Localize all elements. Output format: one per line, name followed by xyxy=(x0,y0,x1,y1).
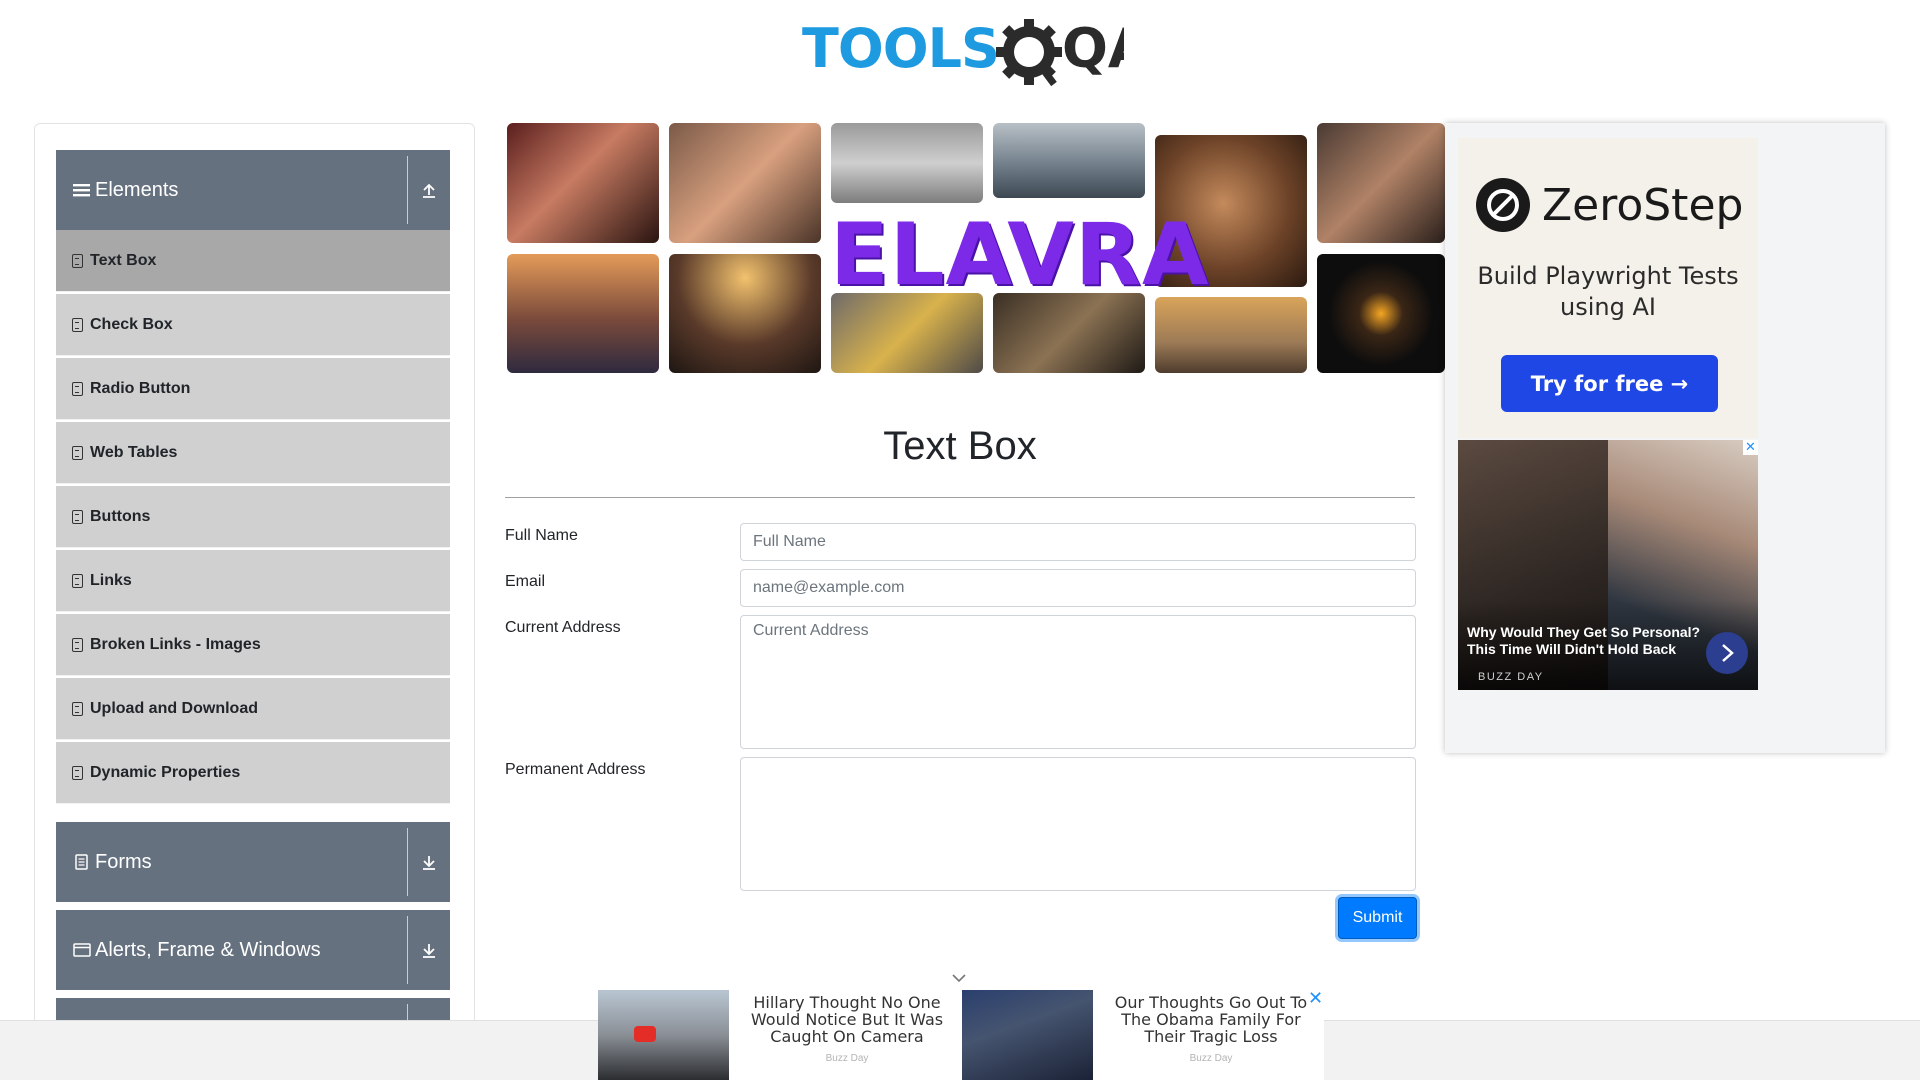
left-sidebar: Elements Text Box Check Box Radio Button… xyxy=(34,123,475,1080)
html5-icon xyxy=(72,381,83,396)
current-address-label: Current Address xyxy=(505,619,621,636)
hamburger-icon xyxy=(73,182,91,198)
sidebar-item-label: Upload and Download xyxy=(90,699,258,717)
banner-image xyxy=(1317,254,1445,373)
sidebar-item-label: Text Box xyxy=(90,251,157,269)
bottom-ad-1[interactable]: Hillary Thought No One Would Notice But … xyxy=(598,990,964,1080)
banner-image xyxy=(993,123,1145,198)
sidebar-item-web-tables[interactable]: Web Tables xyxy=(56,422,450,484)
bottom-ad-source: Buzz Day xyxy=(1189,1053,1233,1064)
bottom-ad-source: Buzz Day xyxy=(825,1053,869,1064)
banner-image xyxy=(831,293,983,373)
zerostep-ad[interactable]: ZeroStep Build Playwright Tests using AI… xyxy=(1458,138,1758,438)
sidebar-item-upload-download[interactable]: Upload and Download xyxy=(56,678,450,740)
current-address-textarea[interactable] xyxy=(740,615,1416,749)
sidebar-item-label: Check Box xyxy=(90,315,173,333)
email-label: Email xyxy=(505,573,546,590)
html5-icon xyxy=(72,253,83,268)
play-icon xyxy=(634,1026,656,1042)
group-header-alerts[interactable]: Alerts, Frame & Windows xyxy=(56,910,450,990)
html5-icon xyxy=(72,317,83,332)
sidebar-item-check-box[interactable]: Check Box xyxy=(56,294,450,356)
bottom-ad-2[interactable]: Our Thoughts Go Out To The Obama Family … xyxy=(962,990,1324,1080)
expand-arrow-icon[interactable] xyxy=(407,828,450,896)
bottom-ad-title: Hillary Thought No One Would Notice But … xyxy=(750,993,944,1046)
group-header-elements[interactable]: Elements xyxy=(56,150,450,230)
banner-image xyxy=(1155,297,1307,373)
bottom-ad-title: Our Thoughts Go Out To The Obama Family … xyxy=(1114,993,1308,1046)
html5-icon xyxy=(72,701,83,716)
page-title: Text Box xyxy=(883,424,1037,468)
zerostep-logo-icon xyxy=(1476,178,1530,232)
news-ad-card[interactable]: Why Would They Get So Personal? This Tim… xyxy=(1458,440,1758,690)
sidebar-item-label: Web Tables xyxy=(90,443,178,461)
try-for-free-button[interactable]: Try for free → xyxy=(1501,355,1718,412)
html5-icon xyxy=(72,573,83,588)
full-name-input[interactable] xyxy=(740,523,1416,561)
sidebar-item-radio-button[interactable]: Radio Button xyxy=(56,358,450,420)
collapse-arrow-icon[interactable] xyxy=(407,156,450,224)
close-icon[interactable]: ✕ xyxy=(1308,988,1323,1009)
sidebar-item-broken-links[interactable]: Broken Links - Images xyxy=(56,614,450,676)
chevron-down-icon[interactable] xyxy=(951,970,967,986)
document-icon xyxy=(73,854,91,870)
html5-icon xyxy=(72,765,83,780)
close-icon[interactable]: ✕ xyxy=(1743,440,1758,455)
news-headline: Why Would They Get So Personal? This Tim… xyxy=(1467,624,1701,657)
banner-image xyxy=(669,123,821,243)
banner-image xyxy=(993,293,1145,373)
sidebar-item-label: Radio Button xyxy=(90,379,191,397)
html5-icon xyxy=(72,637,83,652)
sidebar-item-dynamic-properties[interactable]: Dynamic Properties xyxy=(56,742,450,804)
banner-image xyxy=(507,123,659,243)
banner-image xyxy=(831,123,983,203)
group-label: Elements xyxy=(95,178,179,201)
banner-image xyxy=(507,254,659,373)
title-divider xyxy=(505,497,1415,498)
zerostep-logo: ZeroStep xyxy=(1476,178,1743,232)
sidebar-item-label: Links xyxy=(90,571,132,589)
gear-icon xyxy=(996,19,1062,87)
sidebar-item-label: Buttons xyxy=(90,507,151,525)
sidebar-item-links[interactable]: Links xyxy=(56,550,450,612)
submit-button[interactable]: Submit xyxy=(1338,897,1417,939)
group-header-forms[interactable]: Forms xyxy=(56,822,450,902)
email-input[interactable] xyxy=(740,569,1416,607)
group-label: Forms xyxy=(95,850,152,873)
toolsqa-logo-graphic: TOOLS QA xyxy=(802,17,1150,87)
window-icon xyxy=(73,942,91,958)
side-ad[interactable]: ZeroStep Build Playwright Tests using AI… xyxy=(1445,123,1885,753)
permanent-address-textarea[interactable] xyxy=(740,757,1416,891)
expand-arrow-icon[interactable] xyxy=(407,916,450,984)
banner-ad[interactable]: ELAVRA xyxy=(505,123,1445,373)
sidebar-item-label: Broken Links - Images xyxy=(90,635,261,653)
bottom-ad-image xyxy=(598,990,729,1080)
banner-image xyxy=(669,254,821,373)
zerostep-tagline: Build Playwright Tests using AI xyxy=(1477,262,1739,321)
banner-image xyxy=(1317,123,1445,243)
group-label: Alerts, Frame & Windows xyxy=(95,938,321,961)
full-name-label: Full Name xyxy=(505,527,578,544)
permanent-address-label: Permanent Address xyxy=(505,761,646,778)
logo-text-left: TOOLS xyxy=(802,17,999,80)
toolsqa-logo[interactable]: TOOLS QA xyxy=(800,14,1150,90)
bottom-ad-image xyxy=(962,990,1093,1080)
news-source: BUZZ DAY xyxy=(1478,671,1544,683)
sidebar-item-buttons[interactable]: Buttons xyxy=(56,486,450,548)
sidebar-item-label: Dynamic Properties xyxy=(90,763,241,781)
html5-icon xyxy=(72,445,83,460)
banner-brand: ELAVRA xyxy=(830,205,1210,305)
sidebar-item-text-box[interactable]: Text Box xyxy=(56,230,450,292)
zerostep-brand: ZeroStep xyxy=(1542,179,1744,231)
chevron-right-icon[interactable] xyxy=(1706,632,1748,674)
logo-text-right: QA xyxy=(1062,17,1124,80)
html5-icon xyxy=(72,509,83,524)
